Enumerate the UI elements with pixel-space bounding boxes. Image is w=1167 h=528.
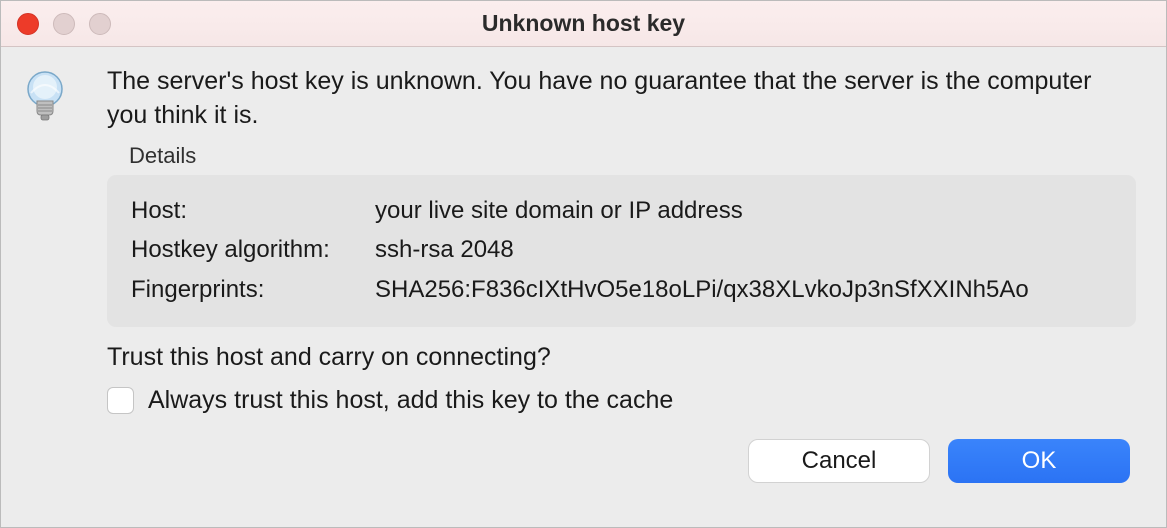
fingerprints-label: Fingerprints:: [131, 270, 375, 310]
algorithm-value: ssh-rsa 2048: [375, 230, 1112, 270]
host-value: your live site domain or IP address: [375, 191, 1112, 231]
fingerprints-value: SHA256:F836cIXtHvO5e18oLPi/qx38XLvkoJp3n…: [375, 270, 1112, 310]
cancel-button[interactable]: Cancel: [748, 439, 930, 483]
algorithm-label: Hostkey algorithm:: [131, 230, 375, 270]
titlebar: Unknown host key: [1, 1, 1166, 47]
always-trust-label: Always trust this host, add this key to …: [148, 386, 673, 415]
traffic-lights: [1, 13, 111, 35]
checkbox-row: Always trust this host, add this key to …: [107, 386, 1136, 415]
dialog-message: The server's host key is unknown. You ha…: [107, 65, 1136, 133]
close-window-button[interactable]: [17, 13, 39, 35]
detail-row-algorithm: Hostkey algorithm: ssh-rsa 2048: [131, 230, 1112, 270]
lightbulb-icon: [23, 71, 67, 129]
detail-row-host: Host: your live site domain or IP addres…: [131, 191, 1112, 231]
dialog-window: Unknown host key The server's host key i…: [0, 0, 1167, 528]
always-trust-checkbox[interactable]: [107, 387, 134, 414]
details-heading: Details: [129, 143, 1136, 169]
minimize-window-button: [53, 13, 75, 35]
detail-row-fingerprints: Fingerprints: SHA256:F836cIXtHvO5e18oLPi…: [131, 270, 1112, 310]
main-column: The server's host key is unknown. You ha…: [83, 65, 1144, 527]
details-box: Host: your live site domain or IP addres…: [107, 175, 1136, 328]
dialog-content: The server's host key is unknown. You ha…: [1, 47, 1166, 527]
trust-question: Trust this host and carry on connecting?: [107, 343, 1136, 372]
window-title: Unknown host key: [1, 10, 1166, 37]
host-label: Host:: [131, 191, 375, 231]
zoom-window-button: [89, 13, 111, 35]
ok-button[interactable]: OK: [948, 439, 1130, 483]
details-section: Details Host: your live site domain or I…: [107, 143, 1136, 328]
icon-column: [23, 65, 83, 527]
button-row: Cancel OK: [107, 439, 1136, 501]
